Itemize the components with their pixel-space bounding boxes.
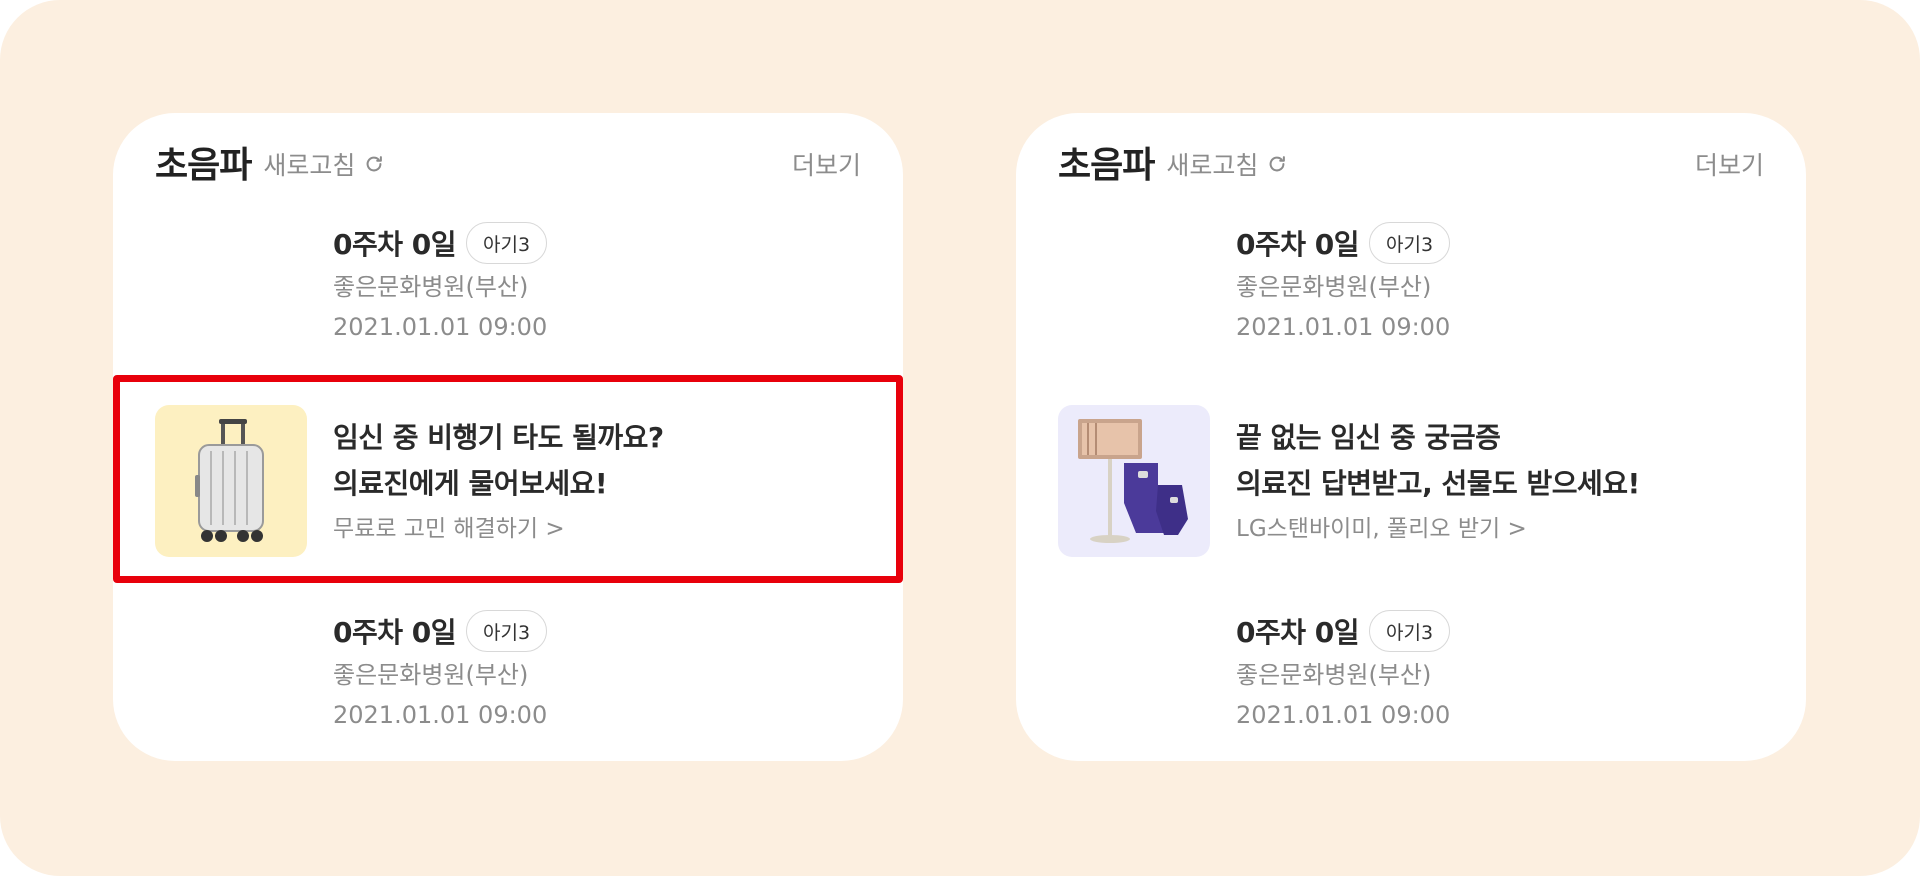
promo-banner[interactable]: 끝 없는 임신 중 궁금증 의료진 답변받고, 선물도 받으세요! LG스탠바이… (1016, 375, 1806, 583)
refresh-label: 새로고침 (1166, 151, 1259, 180)
record-week: 0주차 0일 (333, 228, 457, 261)
card-header: 초음파 새로고침 더보기 (155, 127, 861, 197)
promo-cta-link[interactable]: LG스탠바이미, 풀리오 받기 > (1236, 509, 1640, 549)
ultrasound-record[interactable]: 0주차 0일 아기3 좋은문화병원(부산) 2021.01.01 09:00 (1236, 221, 1766, 345)
refresh-label: 새로고침 (263, 151, 356, 180)
suitcase-icon (155, 405, 307, 557)
record-hospital: 좋은문화병원(부산) (333, 273, 529, 301)
record-week: 0주차 0일 (1236, 228, 1360, 261)
baby-badge: 아기3 (466, 222, 548, 264)
refresh-button[interactable]: 새로고침 (1166, 146, 1288, 182)
more-link[interactable]: 더보기 (1695, 146, 1764, 182)
record-hospital: 좋은문화병원(부산) (1236, 273, 1432, 301)
ultrasound-record[interactable]: 0주차 0일 아기3 좋은문화병원(부산) 2021.01.01 09:00 (333, 609, 863, 733)
product-gift-icon (1058, 405, 1210, 557)
promo-headline-2: 의료진에게 물어보세요! (333, 467, 608, 500)
record-datetime: 2021.01.01 09:00 (1236, 701, 1451, 729)
card-header: 초음파 새로고침 더보기 (1058, 127, 1764, 197)
record-week: 0주차 0일 (333, 616, 457, 649)
ultrasound-record[interactable]: 0주차 0일 아기3 좋은문화병원(부산) 2021.01.01 09:00 (1236, 609, 1766, 733)
promo-headline-1: 끝 없는 임신 중 궁금증 (1236, 421, 1501, 454)
refresh-button[interactable]: 새로고침 (263, 146, 385, 182)
promo-headline-2: 의료진 답변받고, 선물도 받으세요! (1236, 467, 1640, 500)
promo-headline-1: 임신 중 비행기 타도 될까요? (333, 421, 664, 454)
record-datetime: 2021.01.01 09:00 (333, 313, 548, 341)
ultrasound-card-right: 초음파 새로고침 더보기 0주차 0일 아기3 좋은문화병원(부산) 2021.… (1016, 113, 1806, 761)
refresh-icon (363, 153, 385, 175)
card-title: 초음파 (155, 145, 252, 186)
refresh-icon (1266, 153, 1288, 175)
card-title: 초음파 (1058, 145, 1155, 186)
baby-badge: 아기3 (1369, 222, 1451, 264)
promo-cta-link[interactable]: 무료로 고민 해결하기 > (333, 509, 664, 549)
ultrasound-card-left: 초음파 새로고침 더보기 0주차 0일 아기3 좋은문화병원(부산) 2021.… (113, 113, 903, 761)
record-datetime: 2021.01.01 09:00 (333, 701, 548, 729)
record-hospital: 좋은문화병원(부산) (1236, 661, 1432, 689)
page-background: 초음파 새로고침 더보기 0주차 0일 아기3 좋은문화병원(부산) 2021.… (0, 0, 1920, 876)
record-datetime: 2021.01.01 09:00 (1236, 313, 1451, 341)
more-link[interactable]: 더보기 (792, 146, 861, 182)
record-week: 0주차 0일 (1236, 616, 1360, 649)
baby-badge: 아기3 (466, 610, 548, 652)
baby-badge: 아기3 (1369, 610, 1451, 652)
record-hospital: 좋은문화병원(부산) (333, 661, 529, 689)
ultrasound-record[interactable]: 0주차 0일 아기3 좋은문화병원(부산) 2021.01.01 09:00 (333, 221, 863, 345)
promo-banner-highlighted[interactable]: 임신 중 비행기 타도 될까요? 의료진에게 물어보세요! 무료로 고민 해결하… (113, 375, 903, 583)
